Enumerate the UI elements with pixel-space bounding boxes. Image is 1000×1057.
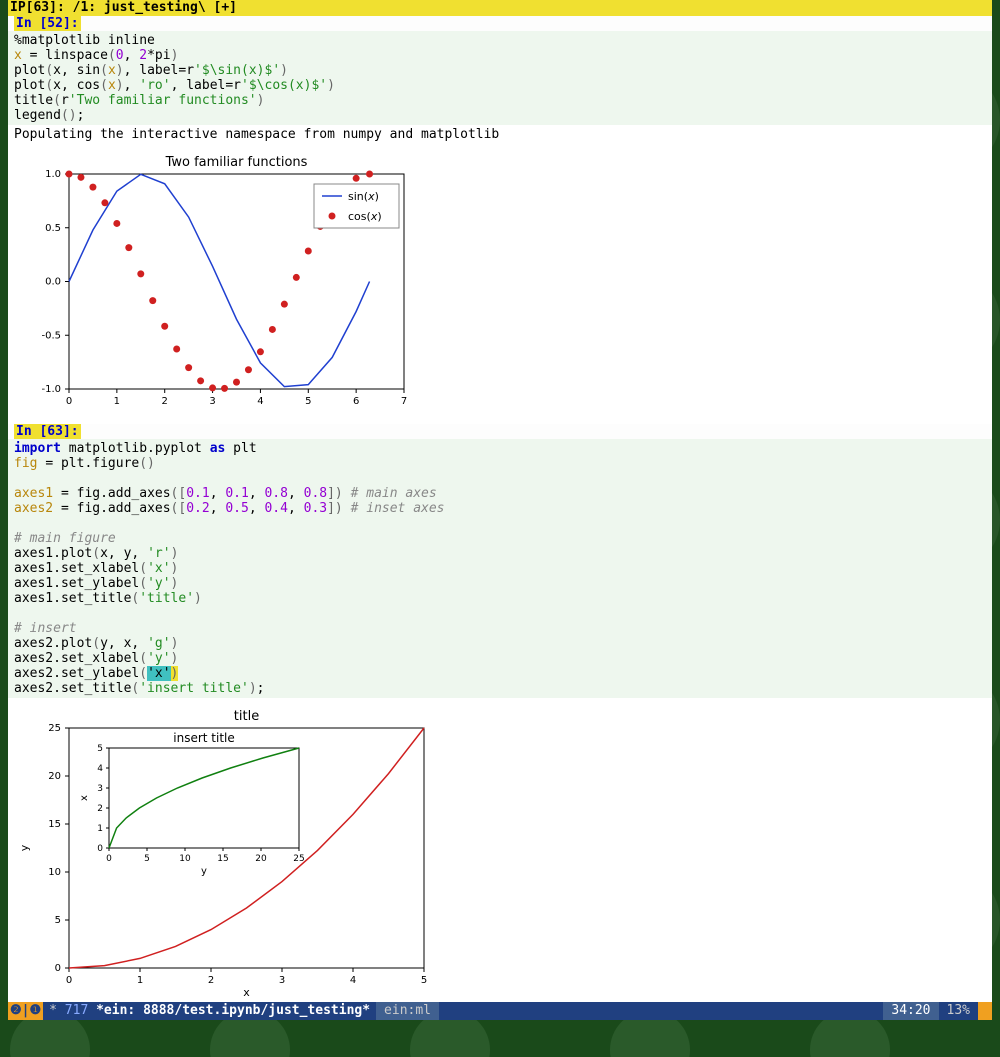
svg-text:20: 20 [48,771,61,782]
cell-1-chart: Two familiar functions 0 1 2 3 4 5 6 7 -1.0 -0.5 0.… [8,144,992,424]
chart-title-inset: title0123450510152025xyinsert title05101… [14,708,434,998]
status-end-block [978,1002,992,1020]
svg-text:7: 7 [401,396,407,407]
cell-2-prompt: In [63]: [14,424,81,439]
svg-text:3: 3 [279,975,285,986]
chart-two-familiar: Two familiar functions 0 1 2 3 4 5 6 7 -1.0 -0.5 0.… [14,154,414,414]
svg-text:Two familiar functions: Two familiar functions [165,155,308,170]
editor-window: IP[63]: /1: just_testing\ [+] In [52]: %… [8,0,992,1008]
svg-text:5: 5 [144,854,150,864]
cell-1-code[interactable]: %matplotlib inline x = linspace(0, 2*pi)… [8,31,992,125]
svg-text:cos(x): cos(x) [348,210,382,223]
svg-text:10: 10 [179,854,191,864]
svg-text:0: 0 [97,844,103,854]
svg-text:-1.0: -1.0 [41,384,61,395]
cell-2-code[interactable]: import matplotlib.pyplot as plt fig = pl… [8,439,992,698]
svg-text:0: 0 [66,975,72,986]
svg-text:6: 6 [353,396,359,407]
svg-text:-0.5: -0.5 [41,330,61,341]
svg-text:1: 1 [114,396,120,407]
svg-text:5: 5 [97,744,103,754]
svg-text:25: 25 [293,854,304,864]
cell-2[interactable]: In [63]: import matplotlib.pyplot as plt… [8,424,992,1008]
svg-text:1: 1 [97,824,103,834]
status-bar: ❷|❶ * 717 *ein: 8888/test.ipynb/just_tes… [8,1002,992,1020]
svg-text:15: 15 [48,819,61,830]
cell-1-output-text: Populating the interactive namespace fro… [8,125,992,144]
status-position: 34:20 [883,1002,938,1020]
svg-text:x: x [79,795,90,801]
svg-text:5: 5 [421,975,427,986]
svg-text:sin(x): sin(x) [348,190,379,203]
svg-text:insert title: insert title [173,731,235,745]
svg-text:4: 4 [97,764,103,774]
svg-text:2: 2 [208,975,214,986]
svg-text:1: 1 [137,975,143,986]
status-percent: 13% [939,1002,978,1020]
svg-text:title: title [234,709,259,724]
svg-text:15: 15 [217,854,228,864]
svg-text:x: x [243,986,250,998]
svg-text:2: 2 [97,804,103,814]
svg-text:4: 4 [350,975,356,986]
svg-text:y: y [18,844,31,851]
cell-1[interactable]: In [52]: %matplotlib inline x = linspace… [8,16,992,424]
status-modified: * 717 *ein: 8888/test.ipynb/just_testing… [43,1002,376,1020]
status-indicator: ❷|❶ [8,1002,43,1020]
svg-text:5: 5 [305,396,311,407]
svg-text:5: 5 [55,915,61,926]
svg-text:0: 0 [55,963,61,974]
svg-text:25: 25 [48,723,61,734]
svg-text:0: 0 [66,396,72,407]
status-mode: ein:ml [376,1002,439,1020]
svg-text:3: 3 [209,396,215,407]
svg-text:3: 3 [97,784,103,794]
title-bar: IP[63]: /1: just_testing\ [+] [8,0,992,16]
cell-1-prompt: In [52]: [14,16,81,31]
svg-text:0.5: 0.5 [45,223,61,234]
svg-text:20: 20 [255,854,267,864]
svg-text:4: 4 [257,396,263,407]
cell-2-chart: title0123450510152025xyinsert title05101… [8,698,992,1008]
svg-text:0.0: 0.0 [45,277,61,288]
svg-text:y: y [201,866,207,877]
svg-text:10: 10 [48,867,61,878]
svg-text:0: 0 [106,854,112,864]
svg-text:1.0: 1.0 [45,169,61,180]
svg-text:2: 2 [162,396,168,407]
